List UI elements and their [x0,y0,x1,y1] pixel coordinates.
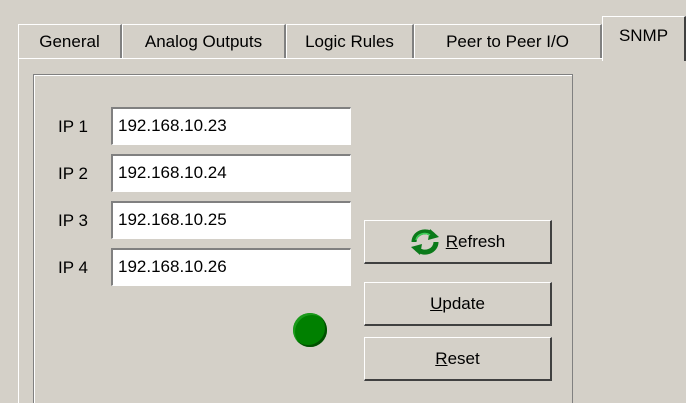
update-button[interactable]: Update [364,282,552,326]
ip-3-input[interactable] [111,201,351,239]
refresh-mnemonic: R [445,231,459,251]
refresh-button-label: Refresh [446,232,506,252]
refresh-button[interactable]: Refresh [364,220,552,264]
reset-rest: eset [447,348,480,368]
update-mnemonic: U [430,293,443,313]
tab-peer-to-peer-io-label: Peer to Peer I/O [446,32,569,51]
tab-peer-to-peer-io[interactable]: Peer to Peer I/O [414,24,602,59]
tab-general[interactable]: General [18,24,122,59]
tab-analog-outputs[interactable]: Analog Outputs [122,24,286,59]
ip-4-label: IP 4 [58,258,88,277]
ip-1-label: IP 1 [58,117,88,136]
refresh-icon [410,228,439,255]
tab-general-label: General [39,32,100,51]
tab-snmp-label: SNMP [618,26,669,45]
ip-4-input[interactable] [111,248,351,286]
reset-button[interactable]: Reset [364,337,552,381]
dialog-frame: General Analog Outputs Logic Rules Peer … [0,0,686,403]
reset-mnemonic: R [435,348,448,368]
reset-button-label: Reset [435,349,479,369]
ip-2-label: IP 2 [58,164,88,183]
tab-logic-rules[interactable]: Logic Rules [286,24,414,59]
ip-2-input[interactable] [111,154,351,192]
refresh-rest: efresh [458,231,506,251]
tab-analog-outputs-label: Analog Outputs [144,32,263,51]
tab-logic-rules-label: Logic Rules [305,32,394,51]
ip-1-input[interactable] [111,107,351,145]
status-indicator-led [293,313,327,347]
update-button-label: Update [430,294,485,314]
tab-strip: General Analog Outputs Logic Rules Peer … [18,14,686,61]
tab-snmp[interactable]: SNMP [602,16,686,61]
ip-3-label: IP 3 [58,211,88,230]
update-rest: pdate [442,293,485,313]
